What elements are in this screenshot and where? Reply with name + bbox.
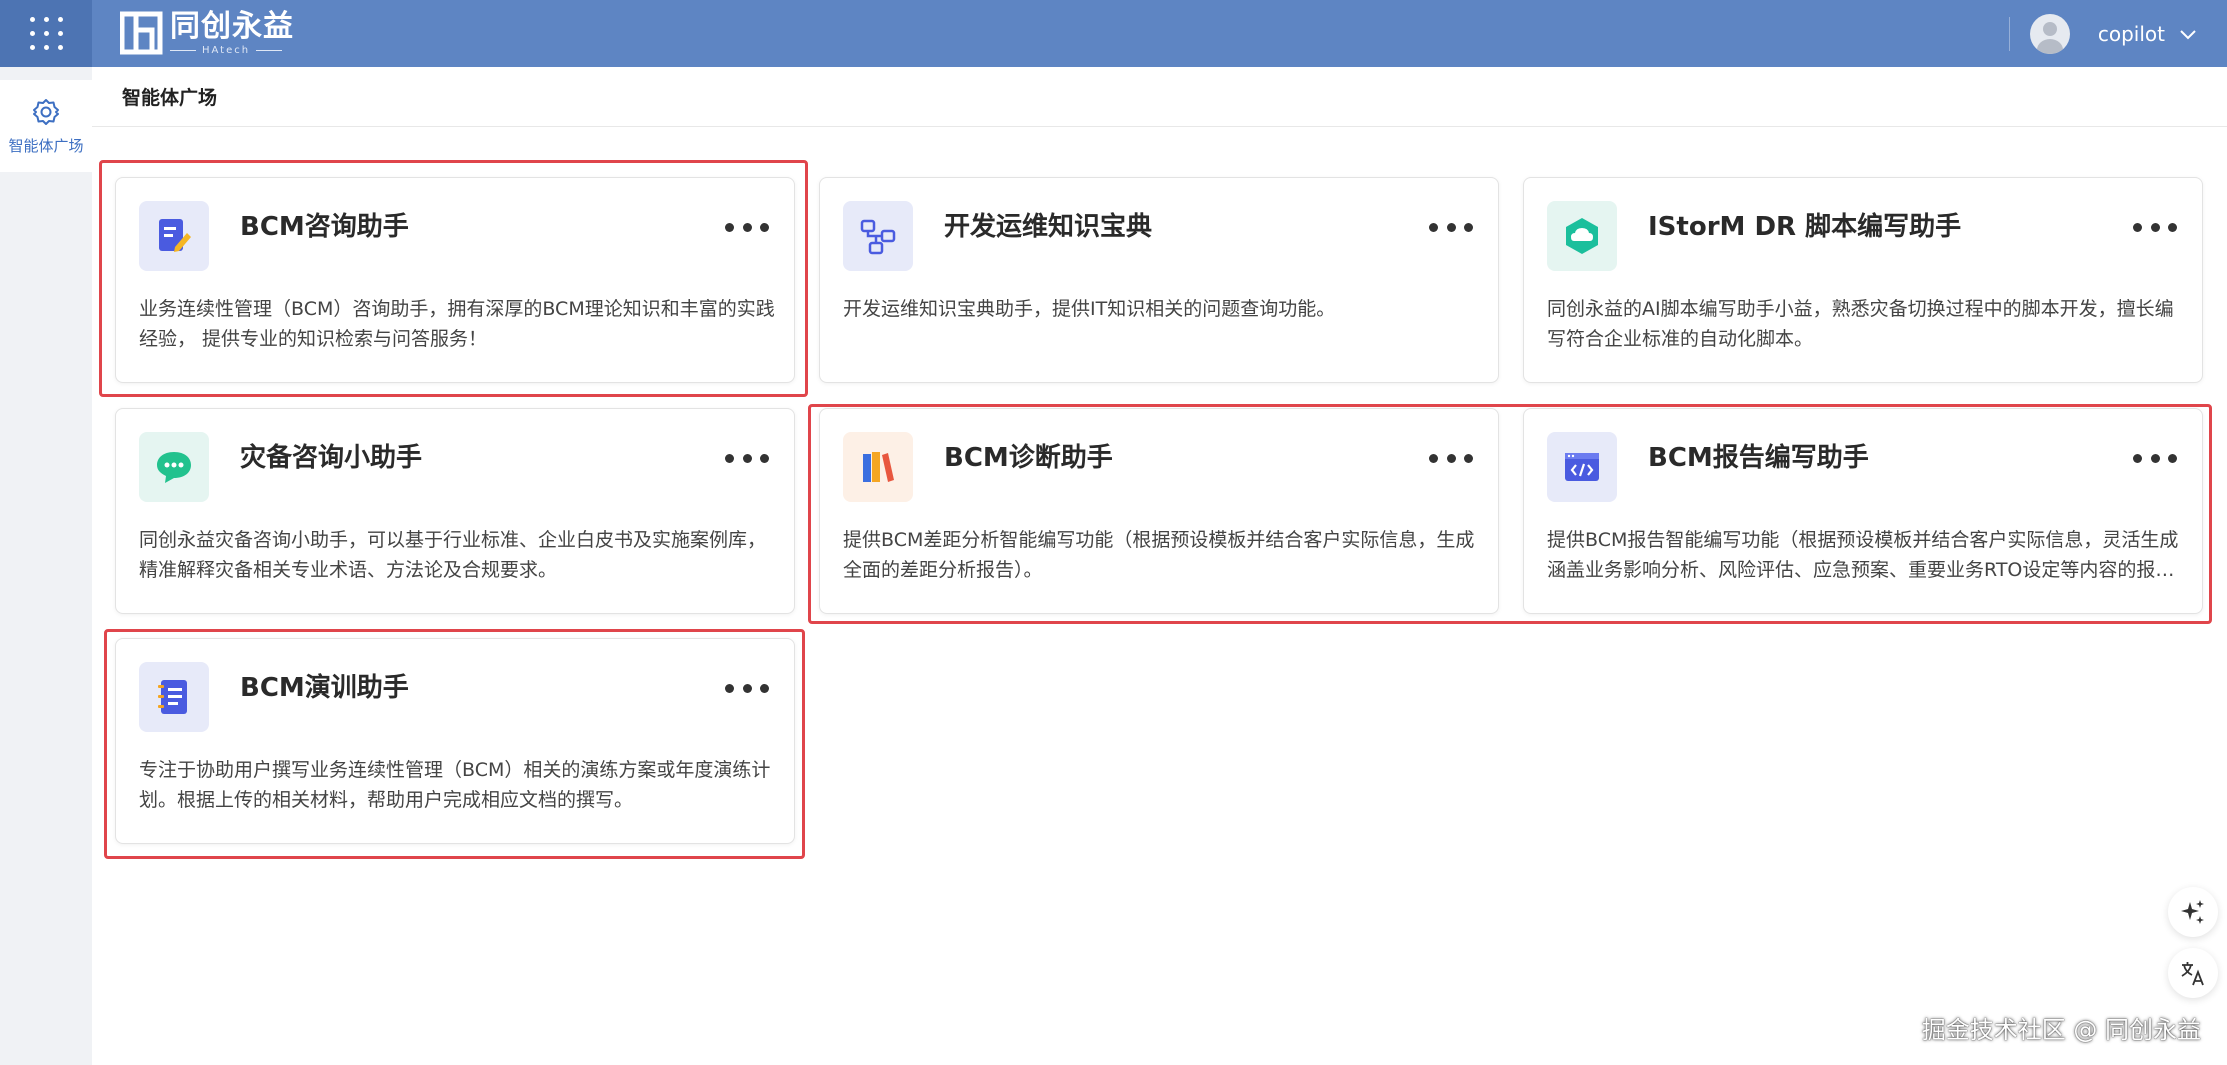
more-options-button[interactable] bbox=[1429, 218, 1473, 236]
flowchart-icon bbox=[843, 201, 913, 271]
sidebar-item-label: 智能体广场 bbox=[8, 136, 84, 155]
agent-card[interactable]: 开发运维知识宝典 开发运维知识宝典助手，提供IT知识相关的问题查询功能。 bbox=[819, 177, 1499, 383]
code-window-icon bbox=[1547, 432, 1617, 502]
card-title: BCM咨询助手 bbox=[240, 212, 409, 242]
chat-bubble-icon bbox=[139, 432, 209, 502]
more-options-button[interactable] bbox=[725, 218, 769, 236]
card-description: 专注于协助用户撰写业务连续性管理（BCM）相关的演练方案或年度演练计划。根据上传… bbox=[139, 759, 771, 811]
logo-text: 同创永益 bbox=[170, 8, 294, 44]
sparkle-icon bbox=[2181, 900, 2204, 924]
logo-mark-icon bbox=[120, 11, 163, 55]
agent-card[interactable]: IStorM DR 脚本编写助手 同创永益的AI脚本编写助手小益，熟悉灾备切换过… bbox=[1523, 177, 2203, 383]
card-description: 提供BCM报告智能编写功能（根据预设模板并结合客户实际信息，灵活生成涵盖业务影响… bbox=[1547, 529, 2179, 581]
logo[interactable]: 同创永益 HAtech bbox=[120, 8, 294, 58]
top-bar: 同创永益 HAtech copilot bbox=[0, 0, 2227, 67]
agent-card[interactable]: BCM诊断助手 提供BCM差距分析智能编写功能（根据预设模板并结合客户实际信息，… bbox=[819, 408, 1499, 614]
card-description: 业务连续性管理（BCM）咨询助手，拥有深厚的BCM理论知识和丰富的实践经验， 提… bbox=[139, 298, 775, 350]
divider bbox=[2008, 16, 2010, 51]
user-menu[interactable]: copilot bbox=[2008, 0, 2197, 67]
app-menu-button[interactable] bbox=[0, 0, 92, 67]
agent-card[interactable]: 灾备咨询小助手 同创永益灾备咨询小助手，可以基于行业标准、企业白皮书及实施案例库… bbox=[115, 408, 795, 614]
more-options-button[interactable] bbox=[725, 679, 769, 697]
sidebar-item-agent-plaza[interactable]: 智能体广场 bbox=[0, 80, 92, 172]
agent-card[interactable]: BCM咨询助手 业务连续性管理（BCM）咨询助手，拥有深厚的BCM理论知识和丰富… bbox=[115, 177, 795, 383]
sidebar: 智能体广场 bbox=[0, 67, 92, 1065]
card-title: BCM诊断助手 bbox=[944, 443, 1113, 473]
agent-card[interactable]: BCM演训助手 专注于协助用户撰写业务连续性管理（BCM）相关的演练方案或年度演… bbox=[115, 638, 795, 844]
card-title: 灾备咨询小助手 bbox=[240, 443, 423, 473]
books-icon bbox=[843, 432, 913, 502]
card-title: BCM报告编写助手 bbox=[1648, 443, 1869, 473]
grid-apps-icon bbox=[29, 17, 63, 50]
card-title: 开发运维知识宝典 bbox=[944, 212, 1153, 242]
logo-subtext: HAtech bbox=[170, 45, 294, 56]
translate-icon bbox=[2181, 962, 2204, 986]
card-description: 同创永益灾备咨询小助手，可以基于行业标准、企业白皮书及实施案例库，精准解释灾备相… bbox=[139, 529, 767, 581]
breadcrumb: 智能体广场 bbox=[122, 87, 218, 109]
gear-icon bbox=[33, 98, 59, 125]
card-description: 同创永益的AI脚本编写助手小益，熟悉灾备切换过程中的脚本开发，擅长编写符合企业标… bbox=[1547, 298, 2174, 350]
more-options-button[interactable] bbox=[725, 449, 769, 467]
agent-card[interactable]: BCM报告编写助手 提供BCM报告智能编写功能（根据预设模板并结合客户实际信息，… bbox=[1523, 408, 2203, 614]
more-options-button[interactable] bbox=[2133, 218, 2177, 236]
avatar[interactable] bbox=[2029, 13, 2070, 54]
document-edit-icon bbox=[139, 201, 209, 271]
translate-button[interactable] bbox=[2168, 948, 2218, 998]
username[interactable]: copilot bbox=[2098, 22, 2165, 46]
notebook-icon bbox=[139, 662, 209, 732]
watermark: 掘金技术社区 @ 同创永益 bbox=[1921, 1016, 2201, 1044]
card-description: 开发运维知识宝典助手，提供IT知识相关的问题查询功能。 bbox=[843, 298, 1336, 320]
more-options-button[interactable] bbox=[1429, 449, 1473, 467]
chevron-down-icon[interactable] bbox=[2179, 25, 2197, 43]
card-title: IStorM DR 脚本编写助手 bbox=[1648, 212, 1962, 242]
card-title: BCM演训助手 bbox=[240, 673, 409, 703]
breadcrumb-bar: 智能体广场 bbox=[92, 67, 2227, 127]
more-options-button[interactable] bbox=[2133, 449, 2177, 467]
cloud-hexagon-icon bbox=[1547, 201, 1617, 271]
card-description: 提供BCM差距分析智能编写功能（根据预设模板并结合客户实际信息，生成全面的差距分… bbox=[843, 529, 1475, 581]
ai-assistant-button[interactable] bbox=[2168, 887, 2218, 937]
